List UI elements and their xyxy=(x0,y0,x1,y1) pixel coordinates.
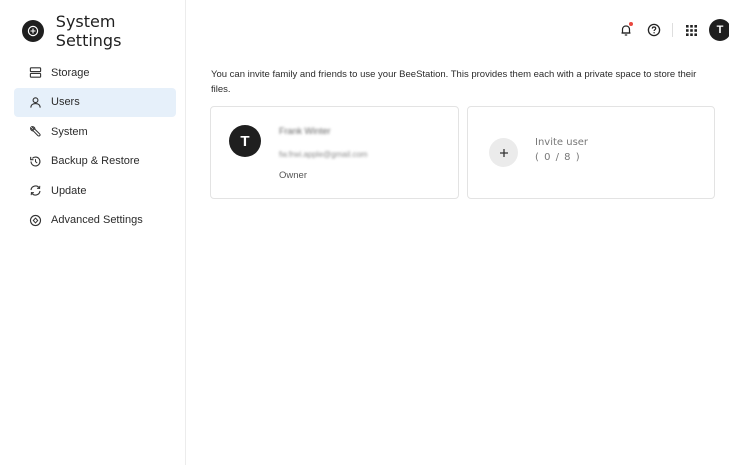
app-brand: System Settings xyxy=(22,12,185,50)
user-avatar: T xyxy=(229,125,261,157)
wrench-icon xyxy=(28,125,42,139)
help-icon[interactable] xyxy=(646,22,662,38)
user-role: Owner xyxy=(279,170,307,181)
sidebar-nav: Storage Users System Backup & Restore Up… xyxy=(14,58,176,235)
storage-icon xyxy=(28,66,42,80)
sidebar-item-label: Users xyxy=(51,96,80,109)
update-icon xyxy=(28,184,42,198)
invite-user-label: Invite user xyxy=(535,137,589,148)
sidebar-item-label: Update xyxy=(51,184,87,197)
topbar-divider xyxy=(672,23,673,37)
user-email: fw.frwi.apple@gmail.com xyxy=(279,150,368,159)
sidebar-item-label: Backup & Restore xyxy=(51,155,140,168)
notification-dot xyxy=(629,22,633,26)
beestation-logo-icon xyxy=(22,20,44,42)
topbar-actions: T xyxy=(618,19,729,41)
user-icon xyxy=(28,95,42,109)
sidebar-item-backup-restore[interactable]: Backup & Restore xyxy=(14,147,176,177)
sidebar-item-users[interactable]: Users xyxy=(14,87,176,117)
sidebar-item-storage[interactable]: Storage xyxy=(14,58,176,88)
backup-restore-icon xyxy=(28,154,42,168)
apps-grid-icon[interactable] xyxy=(683,22,699,38)
sidebar-item-label: Storage xyxy=(51,66,90,79)
sidebar-item-label: Advanced Settings xyxy=(51,214,143,227)
invite-user-card[interactable]: Invite user ( 0 / 8 ) xyxy=(467,106,715,199)
advanced-settings-icon xyxy=(28,213,42,227)
account-avatar[interactable]: T xyxy=(709,19,729,41)
user-card[interactable]: T Frank Winter fw.frwi.apple@gmail.com O… xyxy=(210,106,459,199)
user-name: Frank Winter xyxy=(279,126,331,136)
invite-user-count: ( 0 / 8 ) xyxy=(535,152,581,163)
users-description: You can invite family and friends to use… xyxy=(211,69,697,95)
sidebar-item-system[interactable]: System xyxy=(14,117,176,147)
sidebar-item-advanced-settings[interactable]: Advanced Settings xyxy=(14,206,176,236)
sidebar: System Settings Storage Users System Bac… xyxy=(0,0,186,465)
sidebar-item-update[interactable]: Update xyxy=(14,176,176,206)
plus-icon[interactable] xyxy=(489,138,518,167)
sidebar-item-label: System xyxy=(51,125,88,138)
app-title: System Settings xyxy=(55,12,122,50)
bell-icon[interactable] xyxy=(618,22,634,38)
